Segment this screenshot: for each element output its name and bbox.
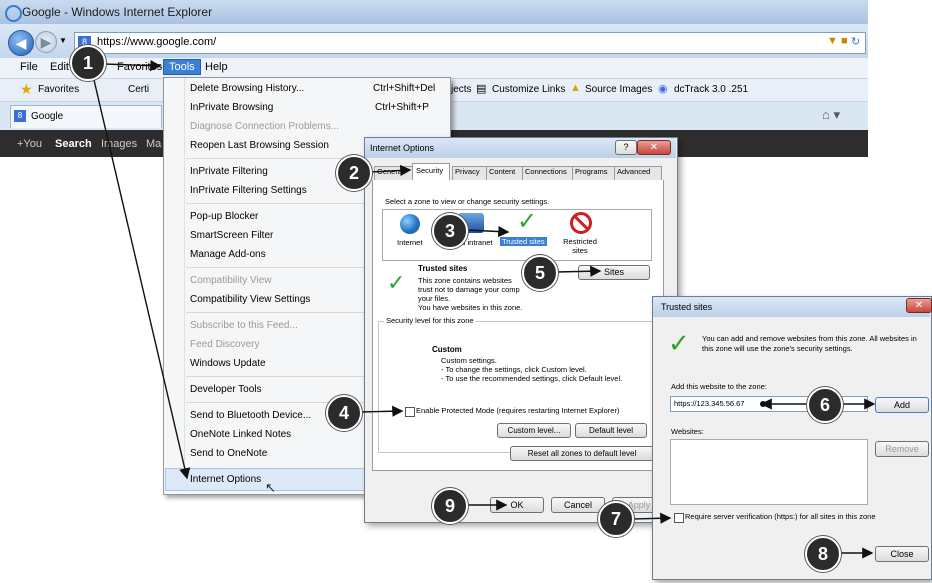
callout-5: 5 bbox=[522, 255, 558, 291]
arrow-1-options bbox=[93, 79, 191, 480]
url-dot bbox=[760, 401, 766, 407]
callout-7: 7 bbox=[598, 501, 634, 537]
arrow-4 bbox=[359, 405, 404, 417]
callout-4: 4 bbox=[326, 395, 362, 431]
callout-arrows bbox=[93, 60, 876, 559]
callout-1: 1 bbox=[70, 45, 106, 81]
arrow-2 bbox=[369, 164, 412, 177]
arrow-7 bbox=[633, 512, 672, 524]
callout-9: 9 bbox=[432, 488, 468, 524]
arrow-3 bbox=[465, 225, 510, 238]
arrow-5 bbox=[555, 265, 602, 277]
callout-3: 3 bbox=[432, 213, 468, 249]
callout-8: 8 bbox=[805, 536, 841, 572]
arrow-1-tools bbox=[103, 60, 162, 72]
callout-2: 2 bbox=[336, 155, 372, 191]
callout-6: 6 bbox=[807, 387, 843, 423]
